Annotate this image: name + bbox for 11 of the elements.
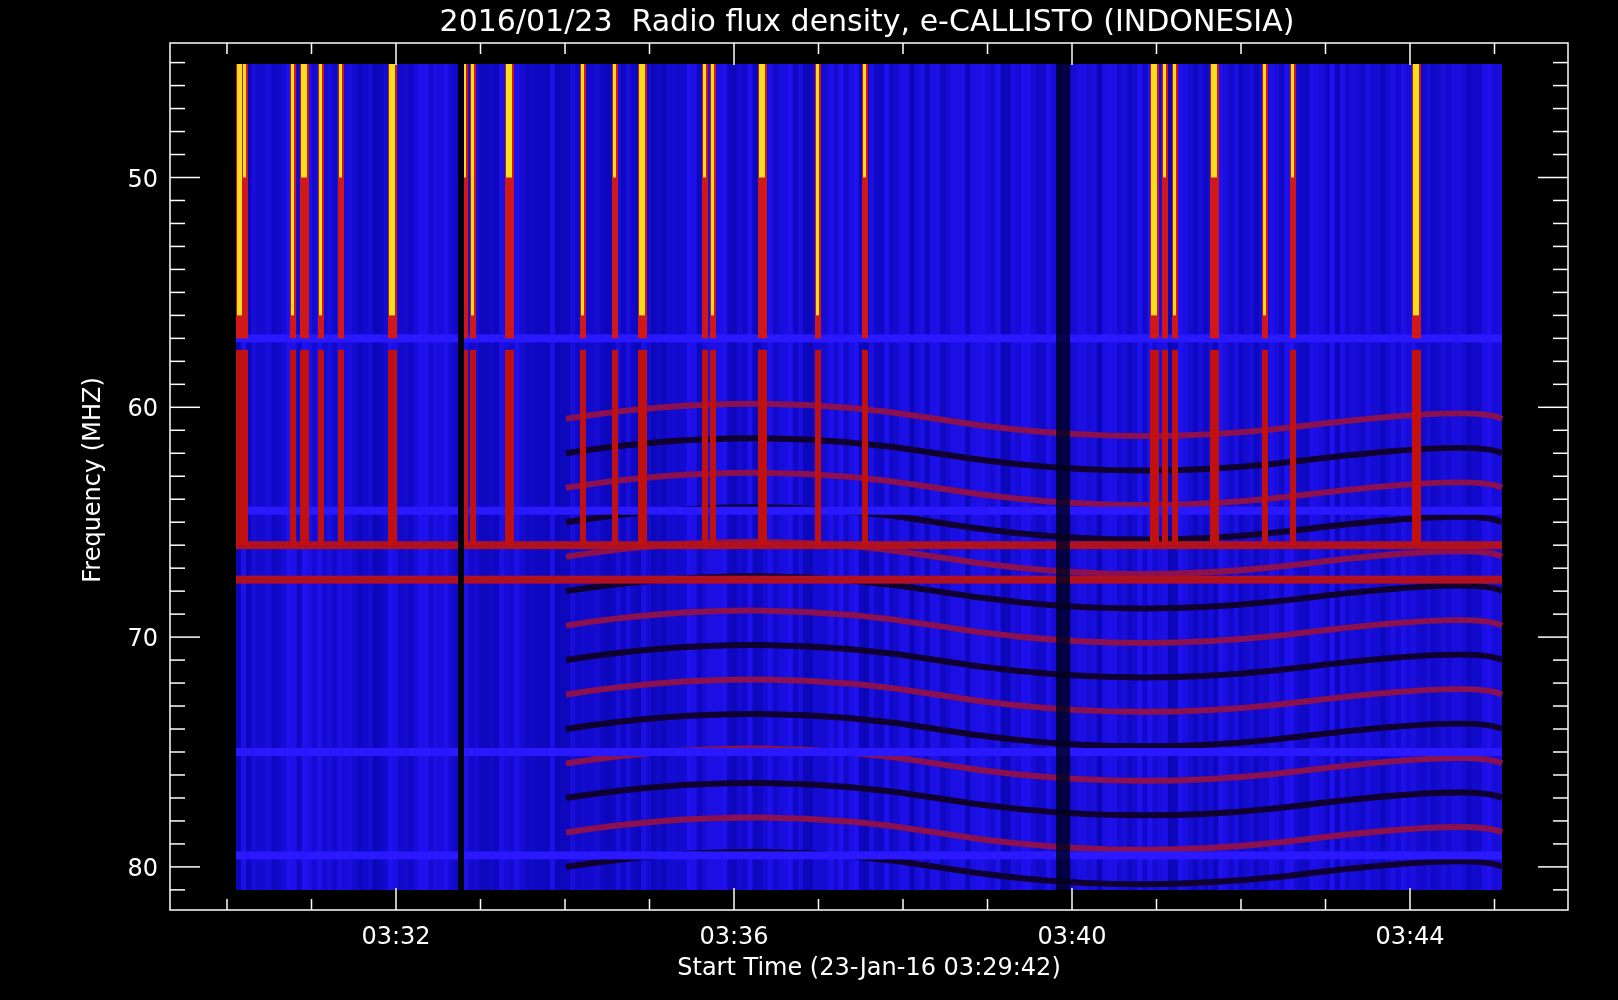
x-axis-label: Start Time (23-Jan-16 03:29:42) [677, 953, 1061, 981]
axis-tick-label: 03:44 [1375, 922, 1445, 950]
axis-tick-label: 70 [127, 624, 158, 653]
axis-tick-label: 50 [127, 164, 158, 193]
y-axis-label: Frequency (MHZ) [78, 377, 106, 583]
axis-tick-label: 03:40 [1037, 922, 1107, 950]
axis-tick-label: 80 [127, 853, 158, 882]
chart-title: 2016/01/23 Radio flux density, e-CALLISTO (INDONESIA) [439, 3, 1295, 38]
axis-tick-label: 03:32 [361, 922, 431, 950]
axis-tick-label: 03:36 [699, 922, 769, 950]
axis-tick-label: 60 [127, 394, 158, 423]
